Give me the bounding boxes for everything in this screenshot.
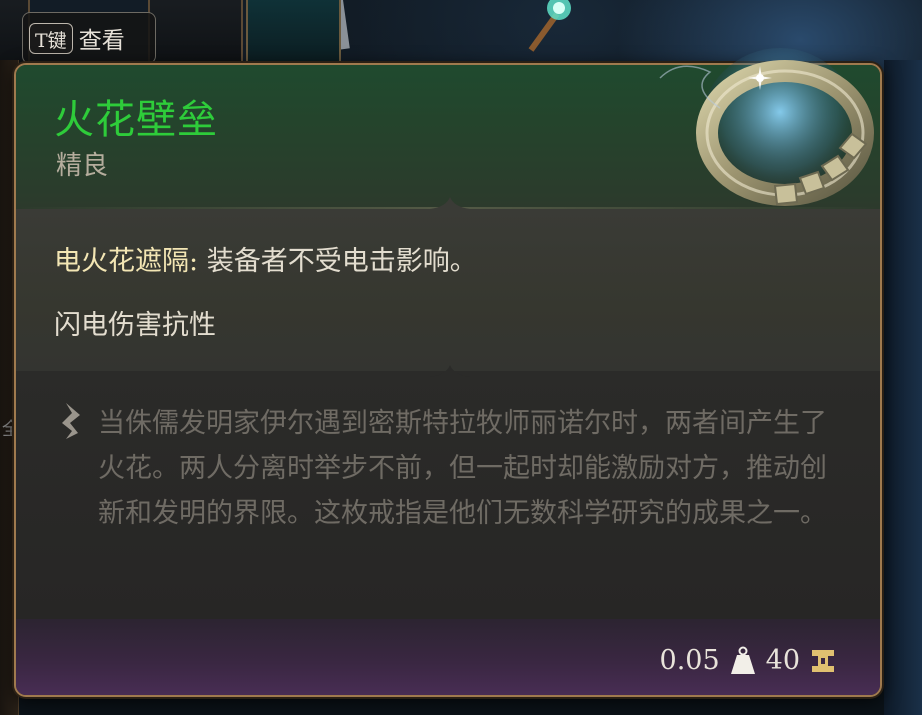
item-stats: 0.05 40	[660, 645, 836, 676]
quill-icon	[62, 403, 80, 439]
item-value: 40	[765, 645, 800, 676]
property-text: 装备者不受电击影响。	[198, 246, 477, 277]
item-weight: 0.05	[659, 645, 720, 676]
item-rarity: 精良	[56, 151, 109, 181]
item-tooltip: 火花壁垒 精良 电火花遮隔: 装备者不受电击影响。 闪电伤害抗性 当侏儒发明家伊…	[14, 63, 882, 697]
keybind-hint: T键	[29, 22, 73, 54]
examine-button[interactable]: T键 查看	[22, 12, 156, 64]
wand-icon	[528, 0, 571, 52]
right-panel-edge	[884, 60, 922, 715]
property-text: 闪电伤害抗性	[54, 310, 216, 341]
divider-ornament	[430, 365, 470, 377]
tooltip-description: 当侏儒发明家伊尔遇到密斯特拉牧师丽诺尔时，两者间产生了火花。两人分离时举步不前，…	[16, 371, 880, 619]
tooltip-properties: 电火花遮隔: 装备者不受电击影响。 闪电伤害抗性	[16, 209, 880, 371]
property-line: 电火花遮隔: 装备者不受电击影响。	[54, 239, 477, 278]
tooltip-header: 火花壁垒 精良	[16, 65, 880, 209]
property-line: 闪电伤害抗性	[54, 303, 216, 342]
item-description: 当侏儒发明家伊尔遇到密斯特拉牧师丽诺尔时，两者间产生了火花。两人分离时举步不前，…	[98, 408, 827, 529]
item-name: 火花壁垒	[54, 97, 218, 143]
gold-coin-icon	[812, 649, 834, 672]
tooltip-footer: 0.05 40	[16, 619, 880, 695]
inventory-slot-sword[interactable]	[148, 0, 350, 68]
divider-ornament	[430, 197, 470, 209]
examine-label: 查看	[78, 28, 125, 54]
property-name: 电火花遮隔:	[54, 246, 199, 277]
weight-icon	[730, 646, 755, 674]
inventory-slot-wand[interactable]	[246, 0, 571, 68]
